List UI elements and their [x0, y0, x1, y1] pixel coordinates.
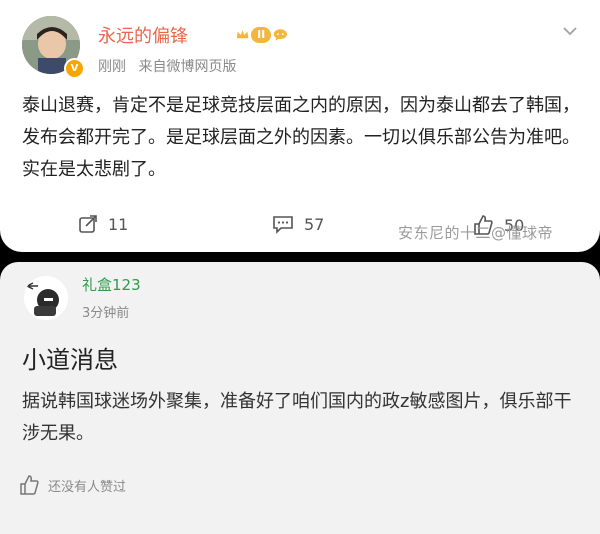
thumbs-up-icon — [20, 475, 39, 495]
comment-card: 礼盒123 3分钟前 小道消息 据说韩国球迷场外聚集，准备好了咱们国内的政z敏感… — [0, 262, 600, 534]
comment-like-button[interactable]: 还没有人赞过 — [18, 474, 126, 496]
commenter-name[interactable]: 礼盒123 — [82, 274, 141, 295]
level-label: II — [251, 27, 272, 43]
comment-likes-text: 还没有人赞过 — [48, 479, 127, 495]
comment-icon — [273, 216, 293, 234]
commenter-avatar[interactable] — [24, 276, 68, 320]
repost-icon — [79, 215, 97, 233]
comment-button[interactable]: 57 — [272, 214, 324, 234]
comment-count: 57 — [304, 214, 325, 234]
verified-v-icon: V — [64, 58, 85, 79]
more-chevron-icon[interactable] — [562, 24, 578, 40]
repost-button[interactable]: 11 — [78, 214, 128, 234]
source-watermark: 安东尼的十二@懂球帝 — [398, 224, 554, 242]
weibo-post-card: V 永远的偏锋 II 刚刚 来自微博网页版 泰山退赛，肯定不是足球竞技层面之内的… — [0, 0, 600, 252]
level-crown-icon — [236, 30, 249, 39]
chat-bubble-icon — [274, 29, 288, 41]
comment-body: 据说韩国球迷场外聚集，准备好了咱们国内的政z敏感图片，俱乐部干涉无果。 — [22, 391, 572, 444]
post-meta: 刚刚 来自微博网页版 — [98, 56, 236, 76]
post-body: 泰山退赛，肯定不是足球竞技层面之内的原因，因为泰山都去了韩国，发布会都开完了。是… — [22, 95, 580, 180]
repost-count: 11 — [108, 214, 129, 234]
post-time: 刚刚 — [98, 59, 126, 75]
comment-time: 3分钟前 — [82, 306, 130, 321]
comment-title: 小道消息 — [22, 346, 118, 374]
level-badge: II — [236, 26, 288, 44]
post-author-name[interactable]: 永远的偏锋 — [98, 22, 188, 48]
post-source: 来自微博网页版 — [138, 59, 237, 75]
